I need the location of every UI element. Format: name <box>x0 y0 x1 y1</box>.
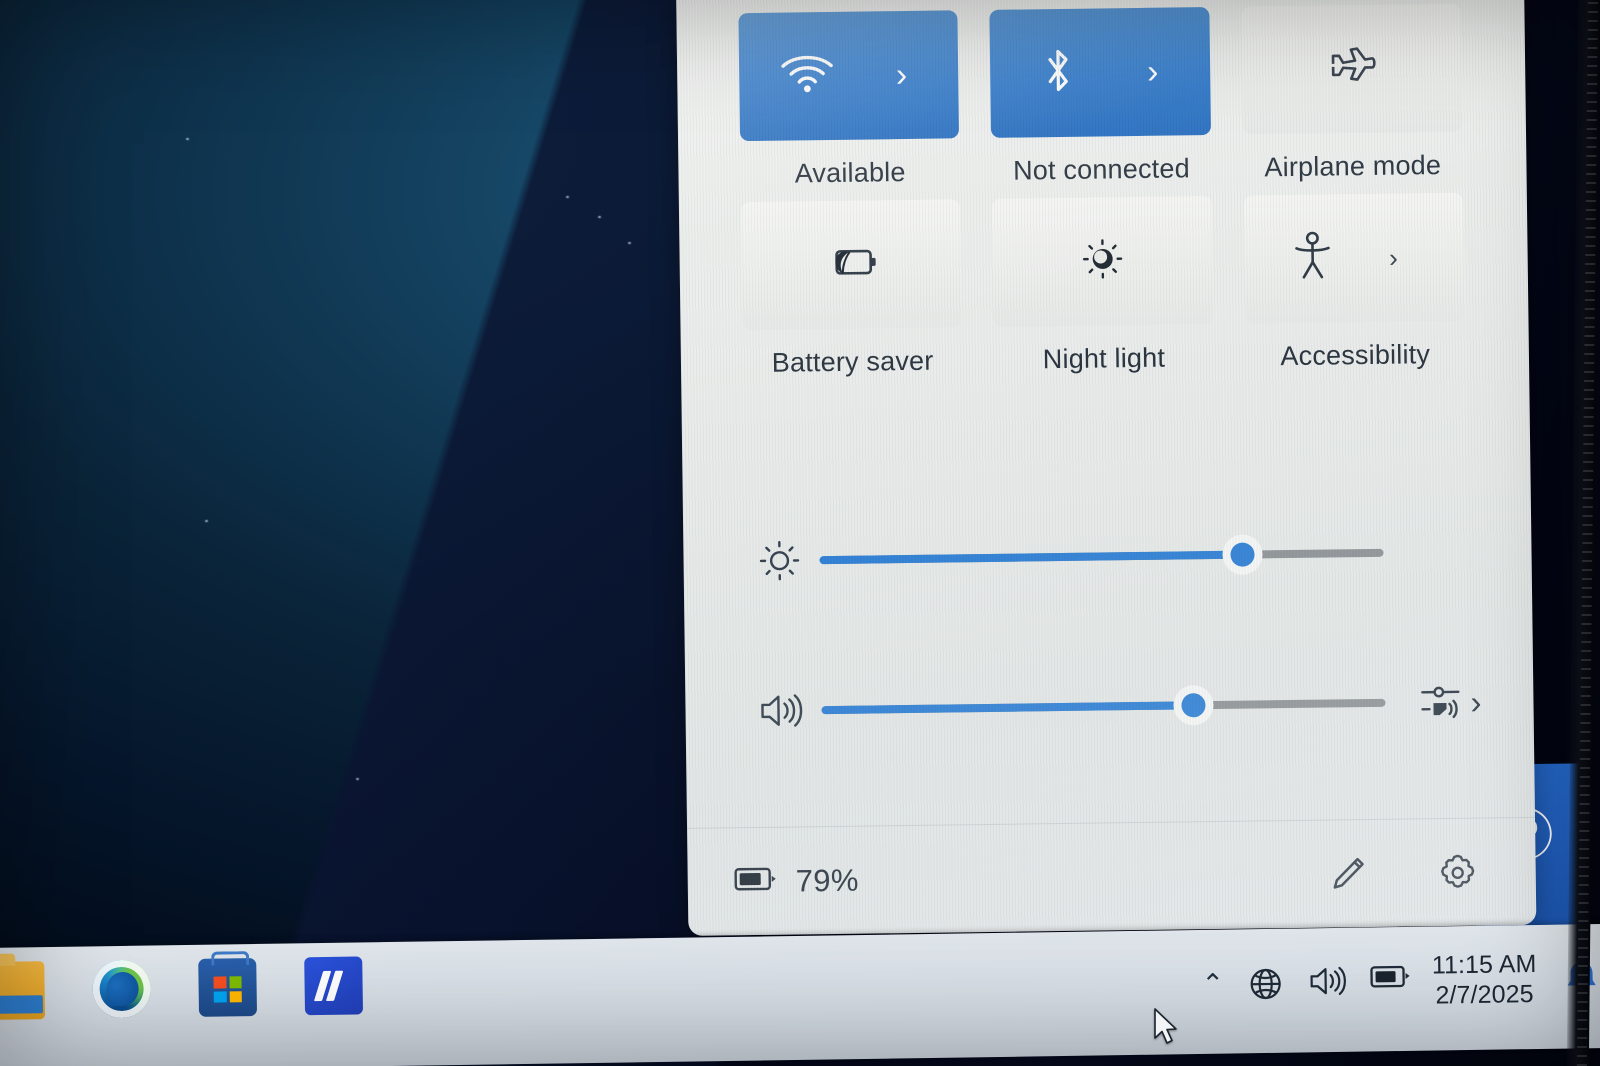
clock-time: 11:15 AM <box>1431 950 1537 980</box>
wifi-icon <box>779 52 836 100</box>
taskbar-app-icons <box>0 956 364 1020</box>
audio-mixer-icon[interactable] <box>1416 677 1465 727</box>
tile-cell-battery-saver: Battery saver <box>740 199 963 379</box>
tile-label-wifi: Available <box>794 157 906 189</box>
tile-cell-night-light: Night light <box>992 196 1214 376</box>
all-settings-button[interactable] <box>1433 848 1482 897</box>
taskbar-blue-app-icon[interactable] <box>304 956 364 1016</box>
brightness-icon <box>739 537 820 584</box>
tile-accessibility[interactable]: › <box>1243 192 1465 324</box>
volume-slider-thumb[interactable] <box>1173 685 1214 726</box>
volume-icon[interactable] <box>1308 963 1349 1002</box>
clock-date: 2/7/2025 <box>1435 980 1534 1010</box>
accessibility-icon <box>1291 230 1334 288</box>
tile-battery-saver[interactable] <box>740 199 962 331</box>
tile-label-bluetooth: Not connected <box>1012 153 1190 186</box>
store-grid-icon <box>213 976 242 1003</box>
night-light-icon <box>1079 236 1126 288</box>
volume-slider-row: › <box>741 654 1482 760</box>
quick-settings-footer: 79% <box>687 816 1537 936</box>
tile-label-accessibility: Accessibility <box>1280 339 1431 372</box>
chevron-right-icon[interactable]: › <box>1389 243 1398 273</box>
battery-icon <box>734 865 780 899</box>
tile-wifi[interactable]: › <box>738 10 960 142</box>
battery-icon[interactable] <box>1370 962 1411 1001</box>
volume-slider[interactable] <box>821 685 1386 726</box>
network-icon[interactable] <box>1246 964 1287 1003</box>
tray-overflow-icon[interactable]: ⌃ <box>1201 968 1224 998</box>
chevron-right-icon[interactable]: › <box>1147 53 1159 91</box>
taskbar-clock[interactable]: 11:15 AM 2/7/2025 <box>1432 949 1537 1011</box>
taskbar-microsoft-store-icon[interactable] <box>198 957 258 1017</box>
airplane-icon <box>1325 43 1378 95</box>
taskbar[interactable]: ⌃ 11:15 AM 2/7/2025 <box>0 923 1600 1066</box>
tile-cell-accessibility: › Accessibility <box>1243 192 1465 373</box>
quick-settings-tile-grid: › Available › Not connected Airplane mod… <box>738 3 1465 379</box>
tile-airplane-mode[interactable] <box>1241 3 1462 135</box>
edit-quick-settings-button[interactable] <box>1323 849 1372 898</box>
tile-night-light[interactable] <box>992 196 1214 327</box>
taskbar-system-tray: ⌃ 11:15 AM 2/7/2025 <box>1201 948 1599 1014</box>
brightness-slider-tail <box>1384 552 1480 553</box>
quick-settings-panel[interactable]: › Available › Not connected Airplane mod… <box>676 0 1537 936</box>
chevron-right-icon[interactable]: › <box>1470 683 1481 720</box>
volume-slider-tail[interactable]: › <box>1385 677 1482 727</box>
volume-icon <box>741 688 822 733</box>
tile-cell-wifi: › Available <box>738 10 960 190</box>
chevron-right-icon[interactable]: › <box>896 56 908 94</box>
tile-bluetooth[interactable]: › <box>989 7 1211 138</box>
bluetooth-icon <box>1040 43 1077 102</box>
brightness-slider-thumb[interactable] <box>1222 534 1263 575</box>
tile-cell-bluetooth: › Not connected <box>989 7 1212 187</box>
mouse-cursor <box>1153 1008 1179 1048</box>
brightness-slider[interactable] <box>819 534 1384 575</box>
slider-section: › <box>739 504 1482 760</box>
tile-label-airplane-mode: Airplane mode <box>1264 150 1442 183</box>
taskbar-file-explorer-icon[interactable] <box>0 961 46 1020</box>
taskbar-microsoft-edge-icon[interactable] <box>92 959 152 1019</box>
screen-photo: Ⓟ › Available <box>0 0 1600 1066</box>
battery-status[interactable]: 79% <box>734 862 859 900</box>
tile-cell-airplane-mode: Airplane mode <box>1241 3 1463 184</box>
app-bars-icon <box>313 970 350 1002</box>
tile-label-battery-saver: Battery saver <box>771 345 934 378</box>
battery-saver-icon <box>822 243 881 287</box>
brightness-slider-fill <box>819 550 1243 565</box>
footer-actions <box>1323 848 1482 898</box>
brightness-slider-row <box>739 504 1480 610</box>
tile-label-night-light: Night light <box>1042 342 1166 375</box>
battery-percent-label: 79% <box>795 862 859 899</box>
volume-slider-fill <box>821 701 1194 715</box>
